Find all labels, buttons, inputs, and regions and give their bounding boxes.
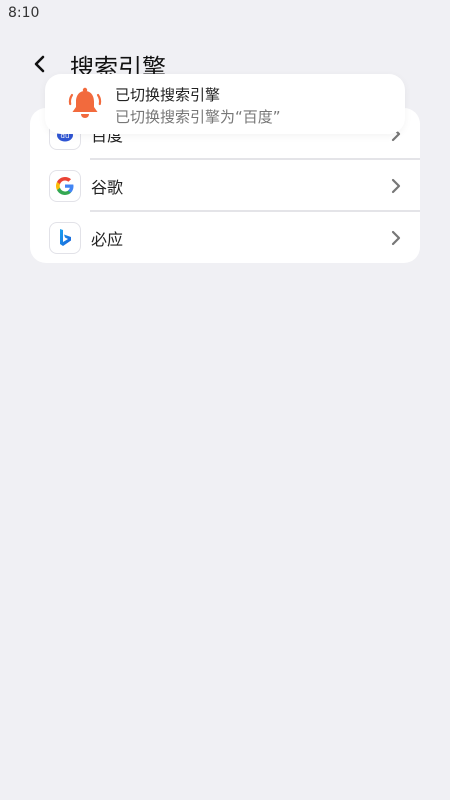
- status-bar: 8:10: [0, 0, 450, 26]
- toast-notification[interactable]: 已切换搜索引擎 已切换搜索引擎为“百度”: [45, 74, 405, 134]
- engine-item-bing[interactable]: 必应: [30, 212, 420, 263]
- bing-logo-icon: [50, 223, 80, 253]
- toast-message: 已切换搜索引擎为“百度”: [115, 108, 281, 126]
- chevron-right-icon: [388, 228, 404, 248]
- engine-label: 谷歌: [91, 178, 124, 197]
- engine-label: 必应: [91, 230, 124, 249]
- google-logo-icon: [50, 171, 80, 201]
- chevron-left-icon: [34, 55, 45, 73]
- status-time: 8:10: [8, 5, 40, 21]
- toast-title: 已切换搜索引擎: [115, 86, 221, 104]
- engine-item-google[interactable]: 谷歌: [30, 160, 420, 212]
- back-button[interactable]: [26, 48, 54, 80]
- bell-icon: [68, 87, 102, 118]
- chevron-right-icon: [388, 176, 404, 196]
